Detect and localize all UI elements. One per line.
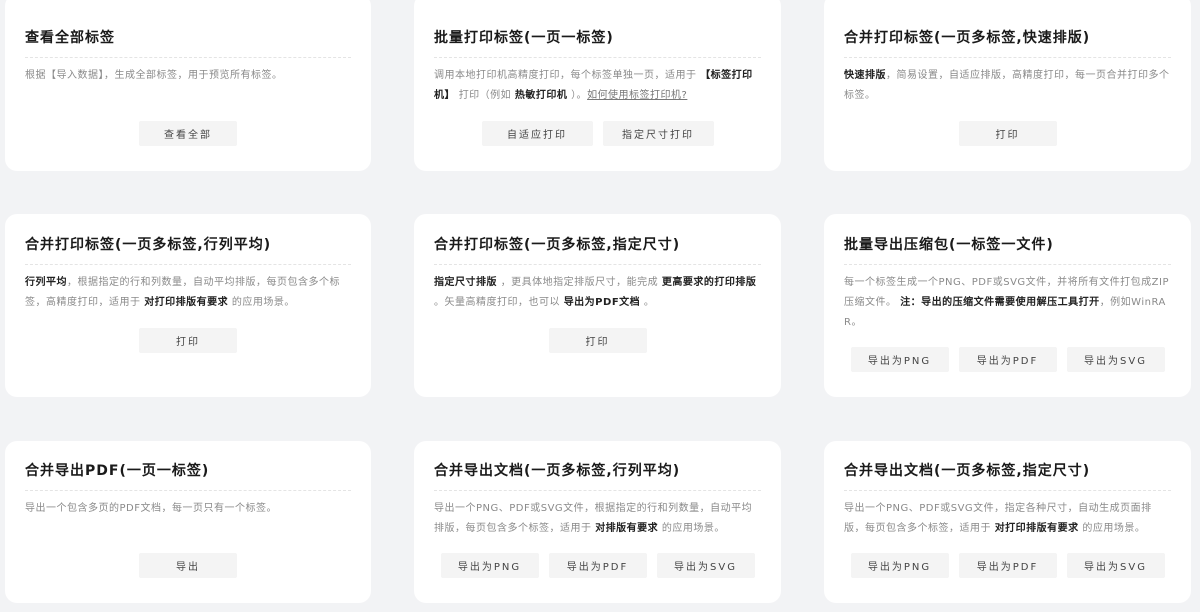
card-batch-export-zip: 批量导出压缩包(一标签一文件) 每一个标签生成一个PNG、PDF或SVG文件，并… xyxy=(824,214,1191,397)
print-button[interactable]: 打印 xyxy=(958,121,1057,146)
how-to-use-label-printer-link[interactable]: 如何使用标签打印机? xyxy=(587,90,687,101)
card-description: 每一个标签生成一个PNG、PDF或SVG文件，并将所有文件打包成ZIP压缩文件。… xyxy=(844,277,1170,328)
card-title: 合并打印标签(一页多标签,行列平均) xyxy=(25,214,351,265)
card-title: 合并打印标签(一页多标签,快速排版) xyxy=(844,0,1171,58)
card-actions: 导出为PNG 导出为PDF 导出为SVG xyxy=(414,553,781,578)
card-title: 合并导出文档(一页多标签,指定尺寸) xyxy=(844,441,1171,491)
card-description: 调用本地打印机高精度打印，每个标签单独一页，适用于 【标签打印机】 打印（例如 … xyxy=(434,70,753,101)
print-button[interactable]: 打印 xyxy=(139,328,237,353)
export-svg-button[interactable]: 导出为SVG xyxy=(1066,347,1165,372)
card-title: 批量打印标签(一页一标签) xyxy=(434,0,761,58)
print-button[interactable]: 打印 xyxy=(548,328,647,353)
adaptive-print-button[interactable]: 自适应打印 xyxy=(481,121,593,146)
card-actions: 自适应打印 指定尺寸打印 xyxy=(414,121,781,146)
card-merge-export-doc-grid: 合并导出文档(一页多标签,行列平均) 导出一个PNG、PDF或SVG文件，根据指… xyxy=(414,441,781,603)
view-all-button[interactable]: 查看全部 xyxy=(139,121,237,146)
card-actions: 打印 xyxy=(414,328,781,353)
card-actions: 导出为PNG 导出为PDF 导出为SVG xyxy=(824,347,1191,372)
card-merge-print-fixed: 合并打印标签(一页多标签,指定尺寸) 指定尺寸排版 ，更具体地指定排版尺寸，能完… xyxy=(414,214,781,397)
export-pdf-button[interactable]: 导出为PDF xyxy=(548,553,647,578)
card-actions: 查看全部 xyxy=(5,121,371,146)
card-merge-export-pdf: 合并导出PDF(一页一标签) 导出一个包含多页的PDF文档，每一页只有一个标签。… xyxy=(5,441,371,603)
export-png-button[interactable]: 导出为PNG xyxy=(440,553,539,578)
feature-card-grid: 查看全部标签 根据【导入数据】，生成全部标签，用于预览所有标签。 查看全部 批量… xyxy=(0,0,1200,612)
card-title: 批量导出压缩包(一标签一文件) xyxy=(844,214,1171,265)
card-title: 查看全部标签 xyxy=(25,0,351,58)
export-png-button[interactable]: 导出为PNG xyxy=(850,553,949,578)
card-title: 合并导出文档(一页多标签,行列平均) xyxy=(434,441,761,491)
export-pdf-button[interactable]: 导出为PDF xyxy=(958,553,1057,578)
export-svg-button[interactable]: 导出为SVG xyxy=(656,553,755,578)
card-description: 根据【导入数据】，生成全部标签，用于预览所有标签。 xyxy=(25,70,283,81)
fixed-size-print-button[interactable]: 指定尺寸打印 xyxy=(602,121,714,146)
card-actions: 打印 xyxy=(5,328,371,353)
card-merge-export-doc-fixed: 合并导出文档(一页多标签,指定尺寸) 导出一个PNG、PDF或SVG文件，指定各… xyxy=(824,441,1191,603)
card-description: 导出一个PNG、PDF或SVG文件，指定各种尺寸，自动生成页面排版，每页包含多个… xyxy=(844,503,1152,534)
card-description: 快速排版，简易设置，自适应排版，高精度打印，每一页合并打印多个标签。 xyxy=(844,70,1170,101)
card-merge-print-quick: 合并打印标签(一页多标签,快速排版) 快速排版，简易设置，自适应排版，高精度打印… xyxy=(824,0,1191,171)
export-png-button[interactable]: 导出为PNG xyxy=(850,347,949,372)
card-batch-print-single: 批量打印标签(一页一标签) 调用本地打印机高精度打印，每个标签单独一页，适用于 … xyxy=(414,0,781,171)
card-view-all-labels: 查看全部标签 根据【导入数据】，生成全部标签，用于预览所有标签。 查看全部 xyxy=(5,0,371,171)
export-svg-button[interactable]: 导出为SVG xyxy=(1066,553,1165,578)
card-actions: 导出 xyxy=(5,553,371,578)
card-description: 导出一个包含多页的PDF文档，每一页只有一个标签。 xyxy=(25,503,277,514)
card-actions: 导出为PNG 导出为PDF 导出为SVG xyxy=(824,553,1191,578)
card-description: 行列平均，根据指定的行和列数量，自动平均排版，每页包含多个标签，高精度打印，适用… xyxy=(25,277,340,308)
export-button[interactable]: 导出 xyxy=(139,553,237,578)
card-merge-print-grid: 合并打印标签(一页多标签,行列平均) 行列平均，根据指定的行和列数量，自动平均排… xyxy=(5,214,371,397)
card-description: 指定尺寸排版 ，更具体地指定排版尺寸，能完成 更高要求的打印排版 。矢量高精度打… xyxy=(434,277,757,308)
card-actions: 打印 xyxy=(824,121,1191,146)
card-title: 合并导出PDF(一页一标签) xyxy=(25,441,351,491)
card-title: 合并打印标签(一页多标签,指定尺寸) xyxy=(434,214,761,265)
export-pdf-button[interactable]: 导出为PDF xyxy=(958,347,1057,372)
card-description: 导出一个PNG、PDF或SVG文件，根据指定的行和列数量，自动平均排版，每页包含… xyxy=(434,503,753,534)
